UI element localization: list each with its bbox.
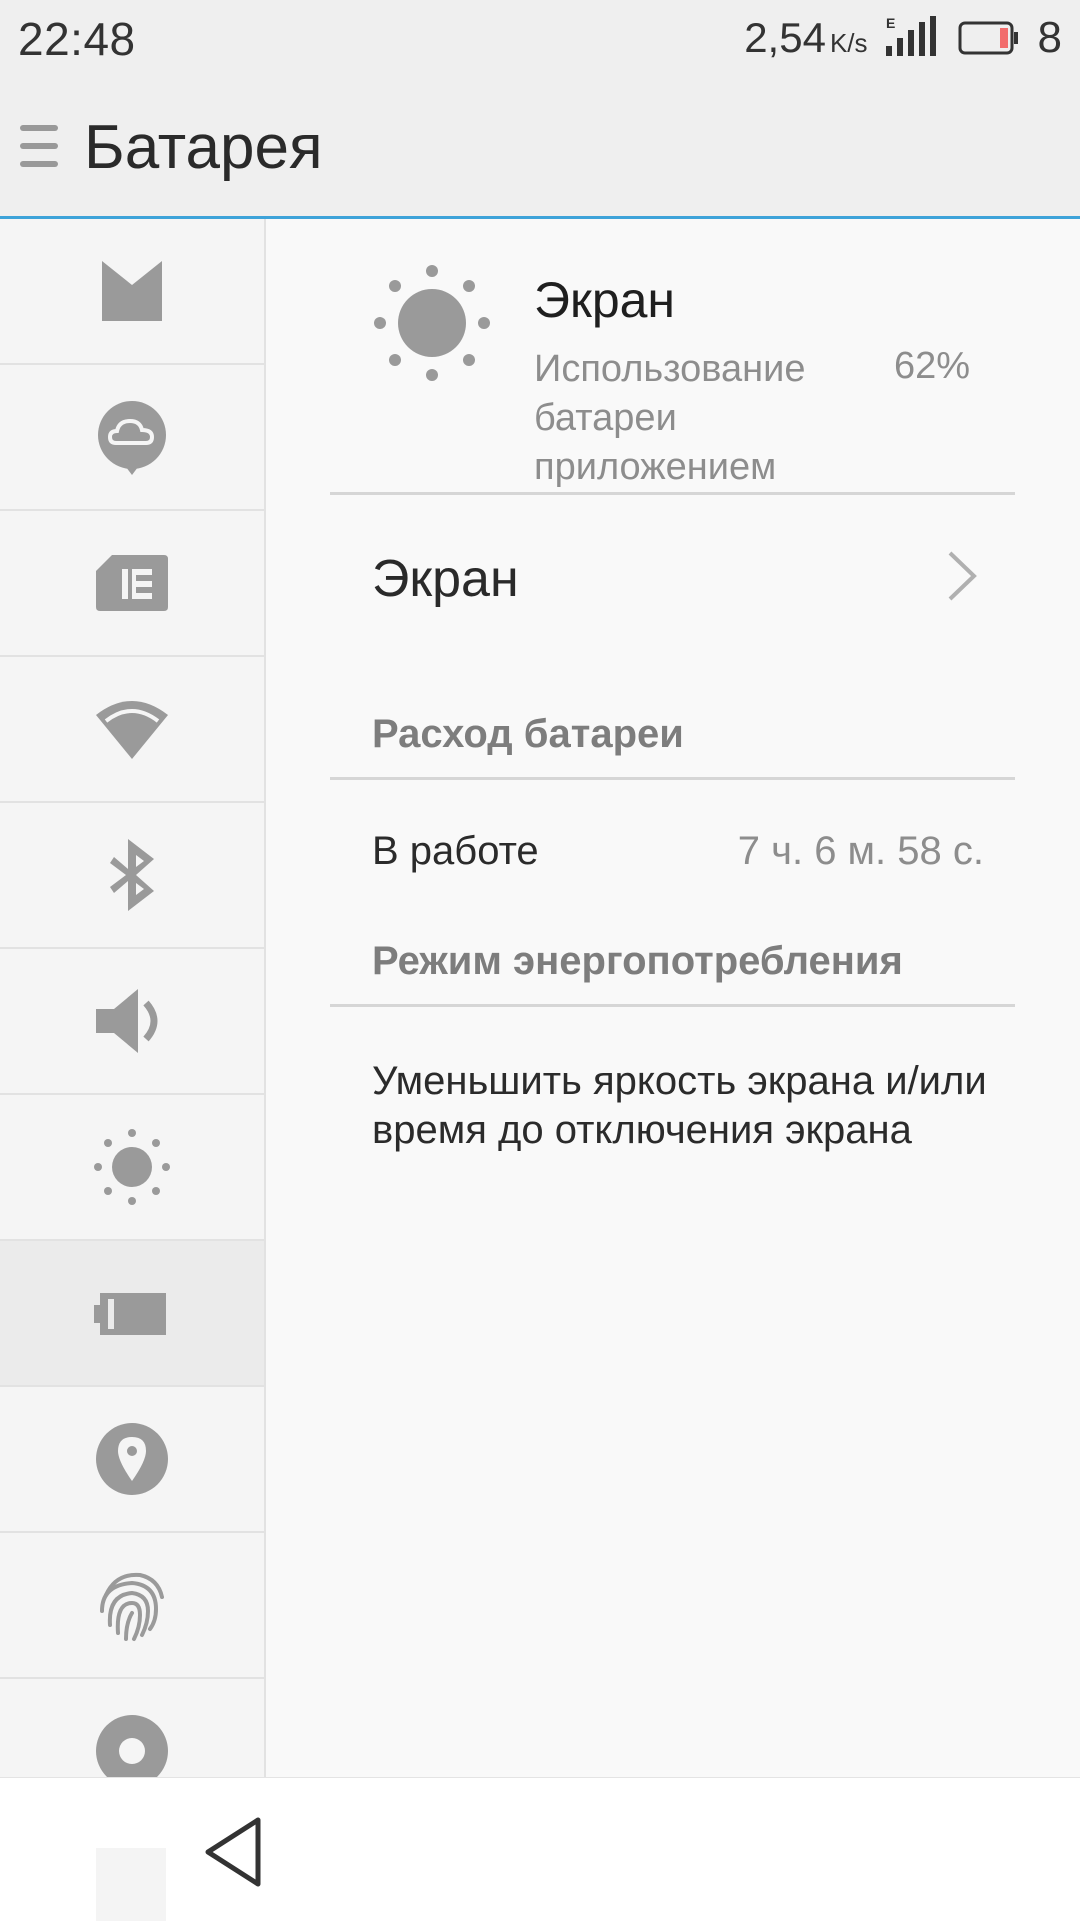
usage-value: 62%: [894, 345, 971, 387]
power-saving-tip: Уменьшить яркость экрана и/или время до …: [372, 1059, 987, 1152]
screen-settings-link[interactable]: Экран: [266, 499, 1080, 649]
menu-icon[interactable]: [20, 121, 60, 173]
signal-icon: E: [885, 15, 940, 60]
cloud-icon: [98, 401, 166, 475]
sidebar: [0, 219, 266, 1777]
usage-label: Использование батареи приложением: [534, 348, 806, 488]
header: Батарея: [0, 76, 1080, 219]
network-speed-value: 2,54: [744, 14, 826, 61]
status-time: 22:48: [18, 13, 136, 65]
location-icon: [96, 1423, 168, 1495]
divider: [330, 1004, 1015, 1007]
battery-level-text: 8: [1037, 13, 1062, 62]
app-usage-card: Экран Использование батареи приложением …: [266, 219, 1080, 494]
battery-consumption-title: Расход батареи: [372, 712, 684, 756]
sidebar-item-display[interactable]: [0, 1095, 264, 1241]
sidebar-peek: [96, 1848, 166, 1921]
sidebar-item-location[interactable]: [0, 1387, 264, 1533]
page-title: Батарея: [84, 113, 323, 182]
sidebar-item-phone[interactable]: [0, 219, 264, 365]
fingerprint-icon: [100, 1572, 164, 1641]
record-icon: [96, 1715, 168, 1777]
back-icon[interactable]: [200, 1814, 266, 1890]
bluetooth-icon: [110, 839, 154, 911]
battery-status-icon: [958, 21, 1020, 55]
screen-settings-label: Экран: [372, 550, 519, 608]
sim-card-icon: [96, 555, 168, 611]
status-bar: 22:48 2,54 K/s E 8: [0, 0, 1080, 76]
main-content: Экран Использование батареи приложением …: [266, 219, 1080, 1777]
sidebar-item-sim[interactable]: [0, 511, 264, 657]
network-speed-unit: K/s: [829, 28, 868, 58]
sidebar-item-record[interactable]: [0, 1679, 264, 1777]
power-mode-title: Режим энергопотребления: [372, 939, 903, 983]
chevron-right-icon: [944, 549, 980, 603]
brightness-icon: [94, 1129, 170, 1205]
sidebar-item-bluetooth[interactable]: [0, 803, 264, 949]
wifi-icon: [96, 701, 168, 759]
sidebar-item-battery[interactable]: [0, 1241, 264, 1387]
sidebar-item-cloud[interactable]: [0, 365, 264, 511]
divider: [330, 777, 1015, 780]
uptime-label: В работе: [372, 829, 539, 873]
battery-icon: [94, 1293, 166, 1335]
brightness-icon: [370, 261, 494, 385]
network-type-label: E: [886, 16, 895, 31]
uptime-value: 7 ч. 6 м. 58 с.: [737, 829, 984, 873]
app-name: Экран: [534, 272, 676, 328]
volume-icon: [96, 989, 158, 1053]
sidebar-item-wifi[interactable]: [0, 657, 264, 803]
sidebar-item-sound[interactable]: [0, 949, 264, 1095]
phone-icon: [102, 261, 162, 321]
divider: [330, 492, 1015, 495]
sidebar-item-fingerprint[interactable]: [0, 1533, 264, 1679]
navigation-bar: [0, 1777, 1080, 1921]
status-indicators: 2,54 K/s E 8: [744, 12, 1062, 64]
network-speed: 2,54 K/s: [744, 14, 867, 62]
